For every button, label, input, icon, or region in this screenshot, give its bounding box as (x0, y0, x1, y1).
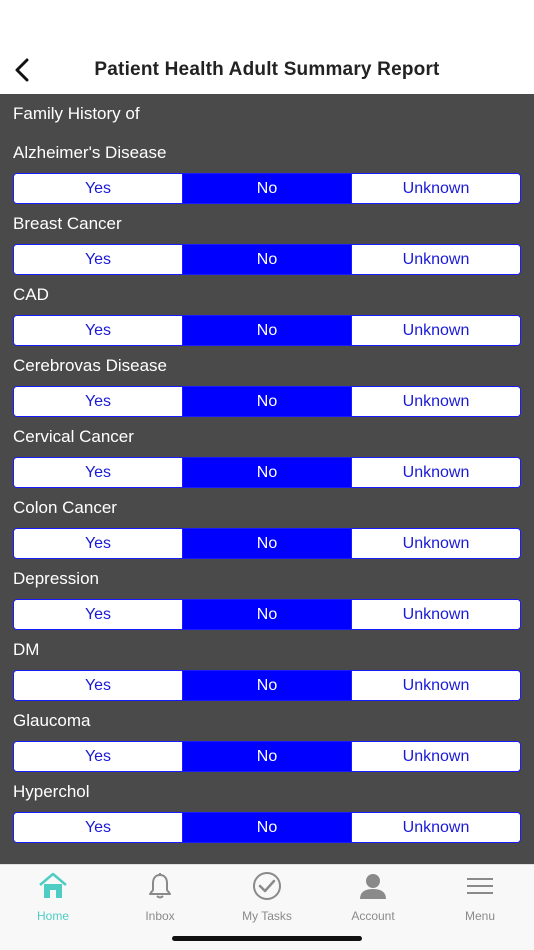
segment-unknown[interactable]: Unknown (351, 813, 520, 842)
tab-label: Account (351, 909, 395, 923)
segment-yes[interactable]: Yes (14, 813, 182, 842)
tab-label: Inbox (145, 909, 175, 923)
tab-label: Menu (464, 909, 496, 923)
question-label: Cervical Cancer (13, 427, 134, 446)
segment-yes[interactable]: Yes (14, 245, 182, 274)
question-list: Alzheimer's Disease Yes No Unknown Breast Ca… (0, 140, 534, 850)
tab-label: My Tasks (242, 909, 292, 923)
tab-my-tasks[interactable]: My Tasks (227, 871, 307, 923)
segment-unknown[interactable]: Unknown (351, 458, 520, 487)
question-row: Cervical Cancer Yes No Unknown (0, 424, 534, 495)
answer-segmented-control: Yes No Unknown (13, 386, 521, 417)
home-icon (38, 871, 68, 901)
segment-no[interactable]: No (182, 813, 351, 842)
question-row: CAD Yes No Unknown (0, 282, 534, 353)
check-circle-icon (252, 871, 282, 901)
segment-yes[interactable]: Yes (14, 316, 182, 345)
answer-segmented-control: Yes No Unknown (13, 599, 521, 630)
question-row: Colon Cancer Yes No Unknown (0, 495, 534, 566)
hamburger-menu-icon (465, 871, 495, 901)
page-title: Patient Health Adult Summary Report (94, 59, 440, 80)
question-row: Glaucoma Yes No Unknown (0, 708, 534, 779)
question-label: Cerebrovas Disease (13, 356, 168, 375)
segment-no[interactable]: No (182, 529, 351, 558)
question-row: Cerebrovas Disease Yes No Unknown (0, 353, 534, 424)
home-indicator (172, 936, 362, 941)
segment-yes[interactable]: Yes (14, 671, 182, 700)
segment-no[interactable]: No (182, 245, 351, 274)
answer-segmented-control: Yes No Unknown (13, 670, 521, 701)
tab-inbox[interactable]: Inbox (120, 871, 200, 923)
question-label: Glaucoma (13, 711, 91, 730)
answer-segmented-control: Yes No Unknown (13, 528, 521, 559)
question-row: Depression Yes No Unknown (0, 566, 534, 637)
segment-no[interactable]: No (182, 174, 351, 203)
segment-yes[interactable]: Yes (14, 600, 182, 629)
tab-account[interactable]: Account (333, 871, 413, 923)
tab-home[interactable]: Home (13, 871, 93, 923)
segment-yes[interactable]: Yes (14, 458, 182, 487)
question-row: Alzheimer's Disease Yes No Unknown (0, 140, 534, 211)
segment-unknown[interactable]: Unknown (351, 316, 520, 345)
segment-no[interactable]: No (182, 742, 351, 771)
segment-no[interactable]: No (182, 600, 351, 629)
question-row: Breast Cancer Yes No Unknown (0, 211, 534, 282)
segment-no[interactable]: No (182, 671, 351, 700)
question-label: Breast Cancer (13, 214, 122, 233)
tab-menu[interactable]: Menu (440, 871, 520, 923)
chevron-left-icon (15, 58, 29, 82)
question-row: DM Yes No Unknown (0, 637, 534, 708)
question-label: Alzheimer's Disease (13, 143, 167, 162)
form-content[interactable]: Family History of Alzheimer's Disease Yes… (0, 94, 534, 864)
tab-label: Home (36, 909, 69, 923)
segment-no[interactable]: No (182, 387, 351, 416)
segment-yes[interactable]: Yes (14, 529, 182, 558)
section-heading: Family History of (13, 104, 140, 123)
person-icon (358, 871, 388, 901)
question-label: CAD (13, 285, 49, 304)
question-row: Hyperchol Yes No Unknown (0, 779, 534, 850)
answer-segmented-control: Yes No Unknown (13, 812, 521, 843)
bell-icon (145, 871, 175, 901)
segment-no[interactable]: No (182, 458, 351, 487)
segment-yes[interactable]: Yes (14, 387, 182, 416)
segment-unknown[interactable]: Unknown (351, 387, 520, 416)
segment-unknown[interactable]: Unknown (351, 529, 520, 558)
answer-segmented-control: Yes No Unknown (13, 315, 521, 346)
answer-segmented-control: Yes No Unknown (13, 457, 521, 488)
question-label: Hyperchol (13, 782, 90, 801)
segment-unknown[interactable]: Unknown (351, 600, 520, 629)
question-label: Colon Cancer (13, 498, 117, 517)
nav-header: Patient Health Adult Summary Report (0, 46, 534, 94)
segment-yes[interactable]: Yes (14, 742, 182, 771)
back-button[interactable] (6, 54, 38, 86)
question-label: DM (13, 640, 40, 659)
answer-segmented-control: Yes No Unknown (13, 173, 521, 204)
segment-yes[interactable]: Yes (14, 174, 182, 203)
segment-unknown[interactable]: Unknown (351, 174, 520, 203)
segment-unknown[interactable]: Unknown (351, 245, 520, 274)
segment-unknown[interactable]: Unknown (351, 742, 520, 771)
status-bar-area (0, 0, 534, 46)
answer-segmented-control: Yes No Unknown (13, 741, 521, 772)
segment-unknown[interactable]: Unknown (351, 671, 520, 700)
question-label: Depression (13, 569, 99, 588)
answer-segmented-control: Yes No Unknown (13, 244, 521, 275)
segment-no[interactable]: No (182, 316, 351, 345)
